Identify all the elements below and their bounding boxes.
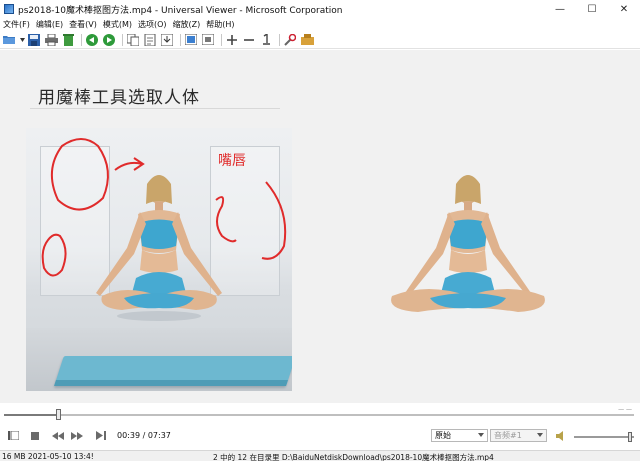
menu-options[interactable]: 选项(O) bbox=[135, 19, 170, 30]
stop-icon bbox=[31, 431, 39, 440]
status-file-info: 16 MB 2021-05-10 13:4! bbox=[2, 452, 94, 461]
back-arrow-icon[interactable] bbox=[85, 33, 99, 47]
toolbar bbox=[0, 31, 640, 49]
forward-arrow-icon[interactable] bbox=[102, 33, 116, 47]
player-controls: — — 00:39 / 07:37 原始 音频#1 bbox=[0, 403, 640, 450]
fullscreen-icon[interactable] bbox=[184, 33, 198, 47]
seek-end-label: — — bbox=[618, 406, 632, 413]
settings-icon[interactable] bbox=[283, 33, 297, 47]
chevron-down-icon bbox=[478, 433, 484, 437]
rewind-button[interactable] bbox=[51, 430, 65, 441]
time-display: 00:39 / 07:37 bbox=[117, 431, 171, 440]
slide-title-underline bbox=[30, 108, 280, 109]
mode-select-value: 原始 bbox=[435, 431, 451, 440]
menu-file[interactable]: 文件(F) bbox=[0, 19, 33, 30]
rewind-icon bbox=[52, 431, 64, 440]
video-frame[interactable]: 用魔棒工具选取人体 嘴唇 bbox=[0, 50, 640, 403]
status-bar: 16 MB 2021-05-10 13:4! 2 中的 12 在目录里 D:\B… bbox=[0, 450, 640, 461]
close-button[interactable]: ✕ bbox=[608, 0, 640, 18]
mode-select[interactable]: 原始 bbox=[431, 429, 488, 442]
menu-bar: 文件(F) 编辑(E) 查看(V) 模式(M) 选项(O) 缩放(Z) 帮助(H… bbox=[0, 18, 640, 31]
menu-edit[interactable]: 编辑(E) bbox=[33, 19, 66, 30]
status-path: 2 中的 12 在目录里 D:\BaiduNetdiskDownload\ps2… bbox=[213, 453, 494, 461]
next-frame-icon bbox=[96, 431, 106, 440]
prev-frame-icon bbox=[7, 431, 19, 440]
zoom-out-icon[interactable] bbox=[242, 33, 256, 47]
fit-window-icon[interactable] bbox=[201, 33, 215, 47]
save-icon[interactable] bbox=[27, 33, 41, 47]
seek-progress bbox=[4, 414, 58, 416]
volume-icon[interactable] bbox=[556, 431, 566, 441]
zoom-in-icon[interactable] bbox=[225, 33, 239, 47]
toolbar-separator bbox=[81, 33, 82, 46]
next-frame-button[interactable] bbox=[94, 430, 108, 441]
dropdown-icon[interactable] bbox=[19, 33, 25, 47]
audio-track-value: 音频#1 bbox=[494, 431, 522, 440]
app-icon bbox=[4, 4, 14, 14]
seek-bar[interactable] bbox=[4, 409, 634, 420]
recycle-icon[interactable] bbox=[61, 33, 75, 47]
menu-zoom[interactable]: 缩放(Z) bbox=[170, 19, 204, 30]
extracted-figure bbox=[391, 175, 545, 312]
yoga-woman-figure bbox=[96, 175, 222, 321]
fast-forward-icon bbox=[71, 431, 83, 440]
menu-mode[interactable]: 模式(M) bbox=[100, 19, 135, 30]
chevron-down-icon bbox=[537, 433, 543, 437]
menu-help[interactable]: 帮助(H) bbox=[203, 19, 237, 30]
audio-track-select[interactable]: 音频#1 bbox=[490, 429, 547, 442]
copy-icon[interactable] bbox=[126, 33, 140, 47]
export-icon[interactable] bbox=[160, 33, 174, 47]
original-photo bbox=[26, 128, 292, 391]
seek-thumb[interactable] bbox=[55, 409, 61, 420]
original-size-icon[interactable] bbox=[259, 33, 273, 47]
volume-thumb[interactable] bbox=[628, 432, 633, 442]
stop-button[interactable] bbox=[28, 430, 42, 441]
fast-forward-button[interactable] bbox=[70, 430, 84, 441]
toolbar-separator bbox=[122, 33, 123, 46]
plugin-icon[interactable] bbox=[300, 33, 314, 47]
toolbar-separator bbox=[279, 33, 280, 46]
toolbar-separator bbox=[180, 33, 181, 46]
slide-title: 用魔棒工具选取人体 bbox=[38, 88, 200, 108]
open-icon[interactable] bbox=[2, 33, 16, 47]
copy-file-icon[interactable] bbox=[143, 33, 157, 47]
volume-slider[interactable] bbox=[574, 432, 634, 442]
title-bar: ps2018-10魔术棒抠图方法.mp4 - Universal Viewer … bbox=[0, 0, 640, 18]
annotation-text: 嘴唇 bbox=[218, 153, 246, 169]
prev-frame-button[interactable] bbox=[6, 430, 20, 441]
menu-view[interactable]: 查看(V) bbox=[66, 19, 100, 30]
toolbar-separator bbox=[221, 33, 222, 46]
window-title: ps2018-10魔术棒抠图方法.mp4 - Universal Viewer … bbox=[18, 5, 343, 16]
minimize-button[interactable]: — bbox=[544, 0, 576, 18]
window-controls: — ☐ ✕ bbox=[544, 0, 640, 18]
print-icon[interactable] bbox=[44, 33, 58, 47]
maximize-button[interactable]: ☐ bbox=[576, 0, 608, 18]
